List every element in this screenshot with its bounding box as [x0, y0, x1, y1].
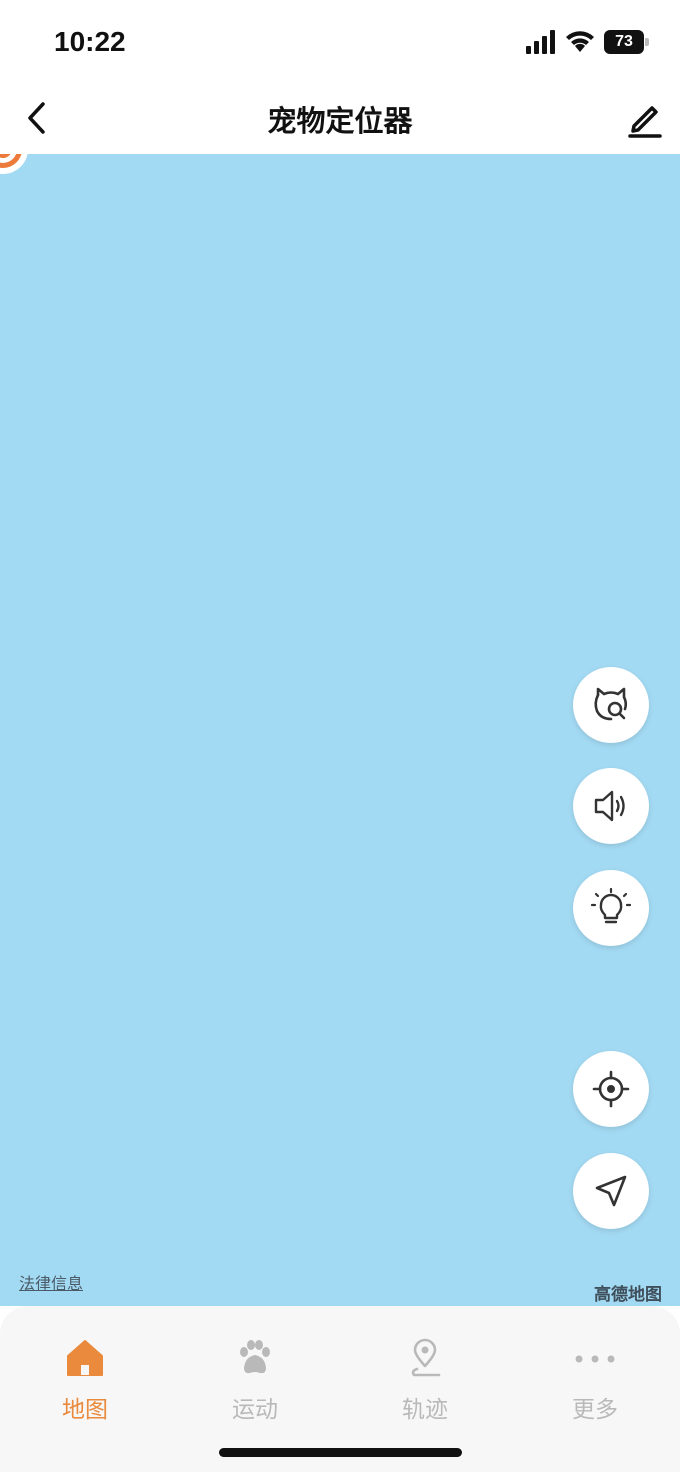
find-pet-button[interactable] — [573, 667, 649, 743]
tab-track[interactable]: 轨迹 — [365, 1334, 485, 1424]
locate-pet-button[interactable] — [573, 1051, 649, 1127]
home-indicator[interactable] — [219, 1448, 462, 1457]
nav-bar: 宠物定位器 — [0, 86, 680, 155]
status-time: 10:22 — [54, 26, 126, 57]
my-location-button[interactable] — [573, 1153, 649, 1229]
legal-info-link[interactable]: 法律信息 — [19, 1270, 83, 1294]
route-pin-icon — [411, 1338, 441, 1377]
wifi-icon — [566, 31, 594, 52]
crosshair-icon — [592, 1070, 630, 1108]
cellular-signal-icon — [526, 30, 555, 54]
speaker-icon — [594, 790, 625, 822]
sound-button[interactable] — [573, 768, 649, 844]
map-provider-logo: 高德地图 — [594, 1285, 662, 1305]
home-icon — [67, 1340, 103, 1376]
battery-icon: 73 — [604, 30, 650, 54]
page-title: 宠物定位器 — [267, 104, 413, 138]
status-bar: 10:22 73 — [0, 0, 680, 86]
map-view[interactable]: 法律信息 高德地图 — [0, 154, 680, 1306]
tab-more[interactable]: 更多 — [535, 1334, 655, 1424]
paw-icon — [240, 1340, 270, 1374]
pencil-icon[interactable] — [622, 96, 666, 140]
tab-activity[interactable]: 运动 — [195, 1334, 315, 1424]
tab-label: 更多 — [572, 1397, 618, 1423]
tab-label: 运动 — [232, 1397, 278, 1423]
pet-location-marker[interactable] — [0, 154, 28, 174]
more-dots-icon — [575, 1355, 615, 1363]
tab-map[interactable]: 地图 — [25, 1334, 145, 1424]
light-button[interactable] — [573, 870, 649, 946]
cat-search-icon — [594, 687, 628, 721]
battery-level: 73 — [615, 33, 633, 50]
tab-label: 轨迹 — [402, 1397, 448, 1423]
navigation-arrow-icon — [595, 1175, 627, 1207]
bulb-icon — [591, 888, 631, 924]
tab-label: 地图 — [62, 1397, 108, 1423]
